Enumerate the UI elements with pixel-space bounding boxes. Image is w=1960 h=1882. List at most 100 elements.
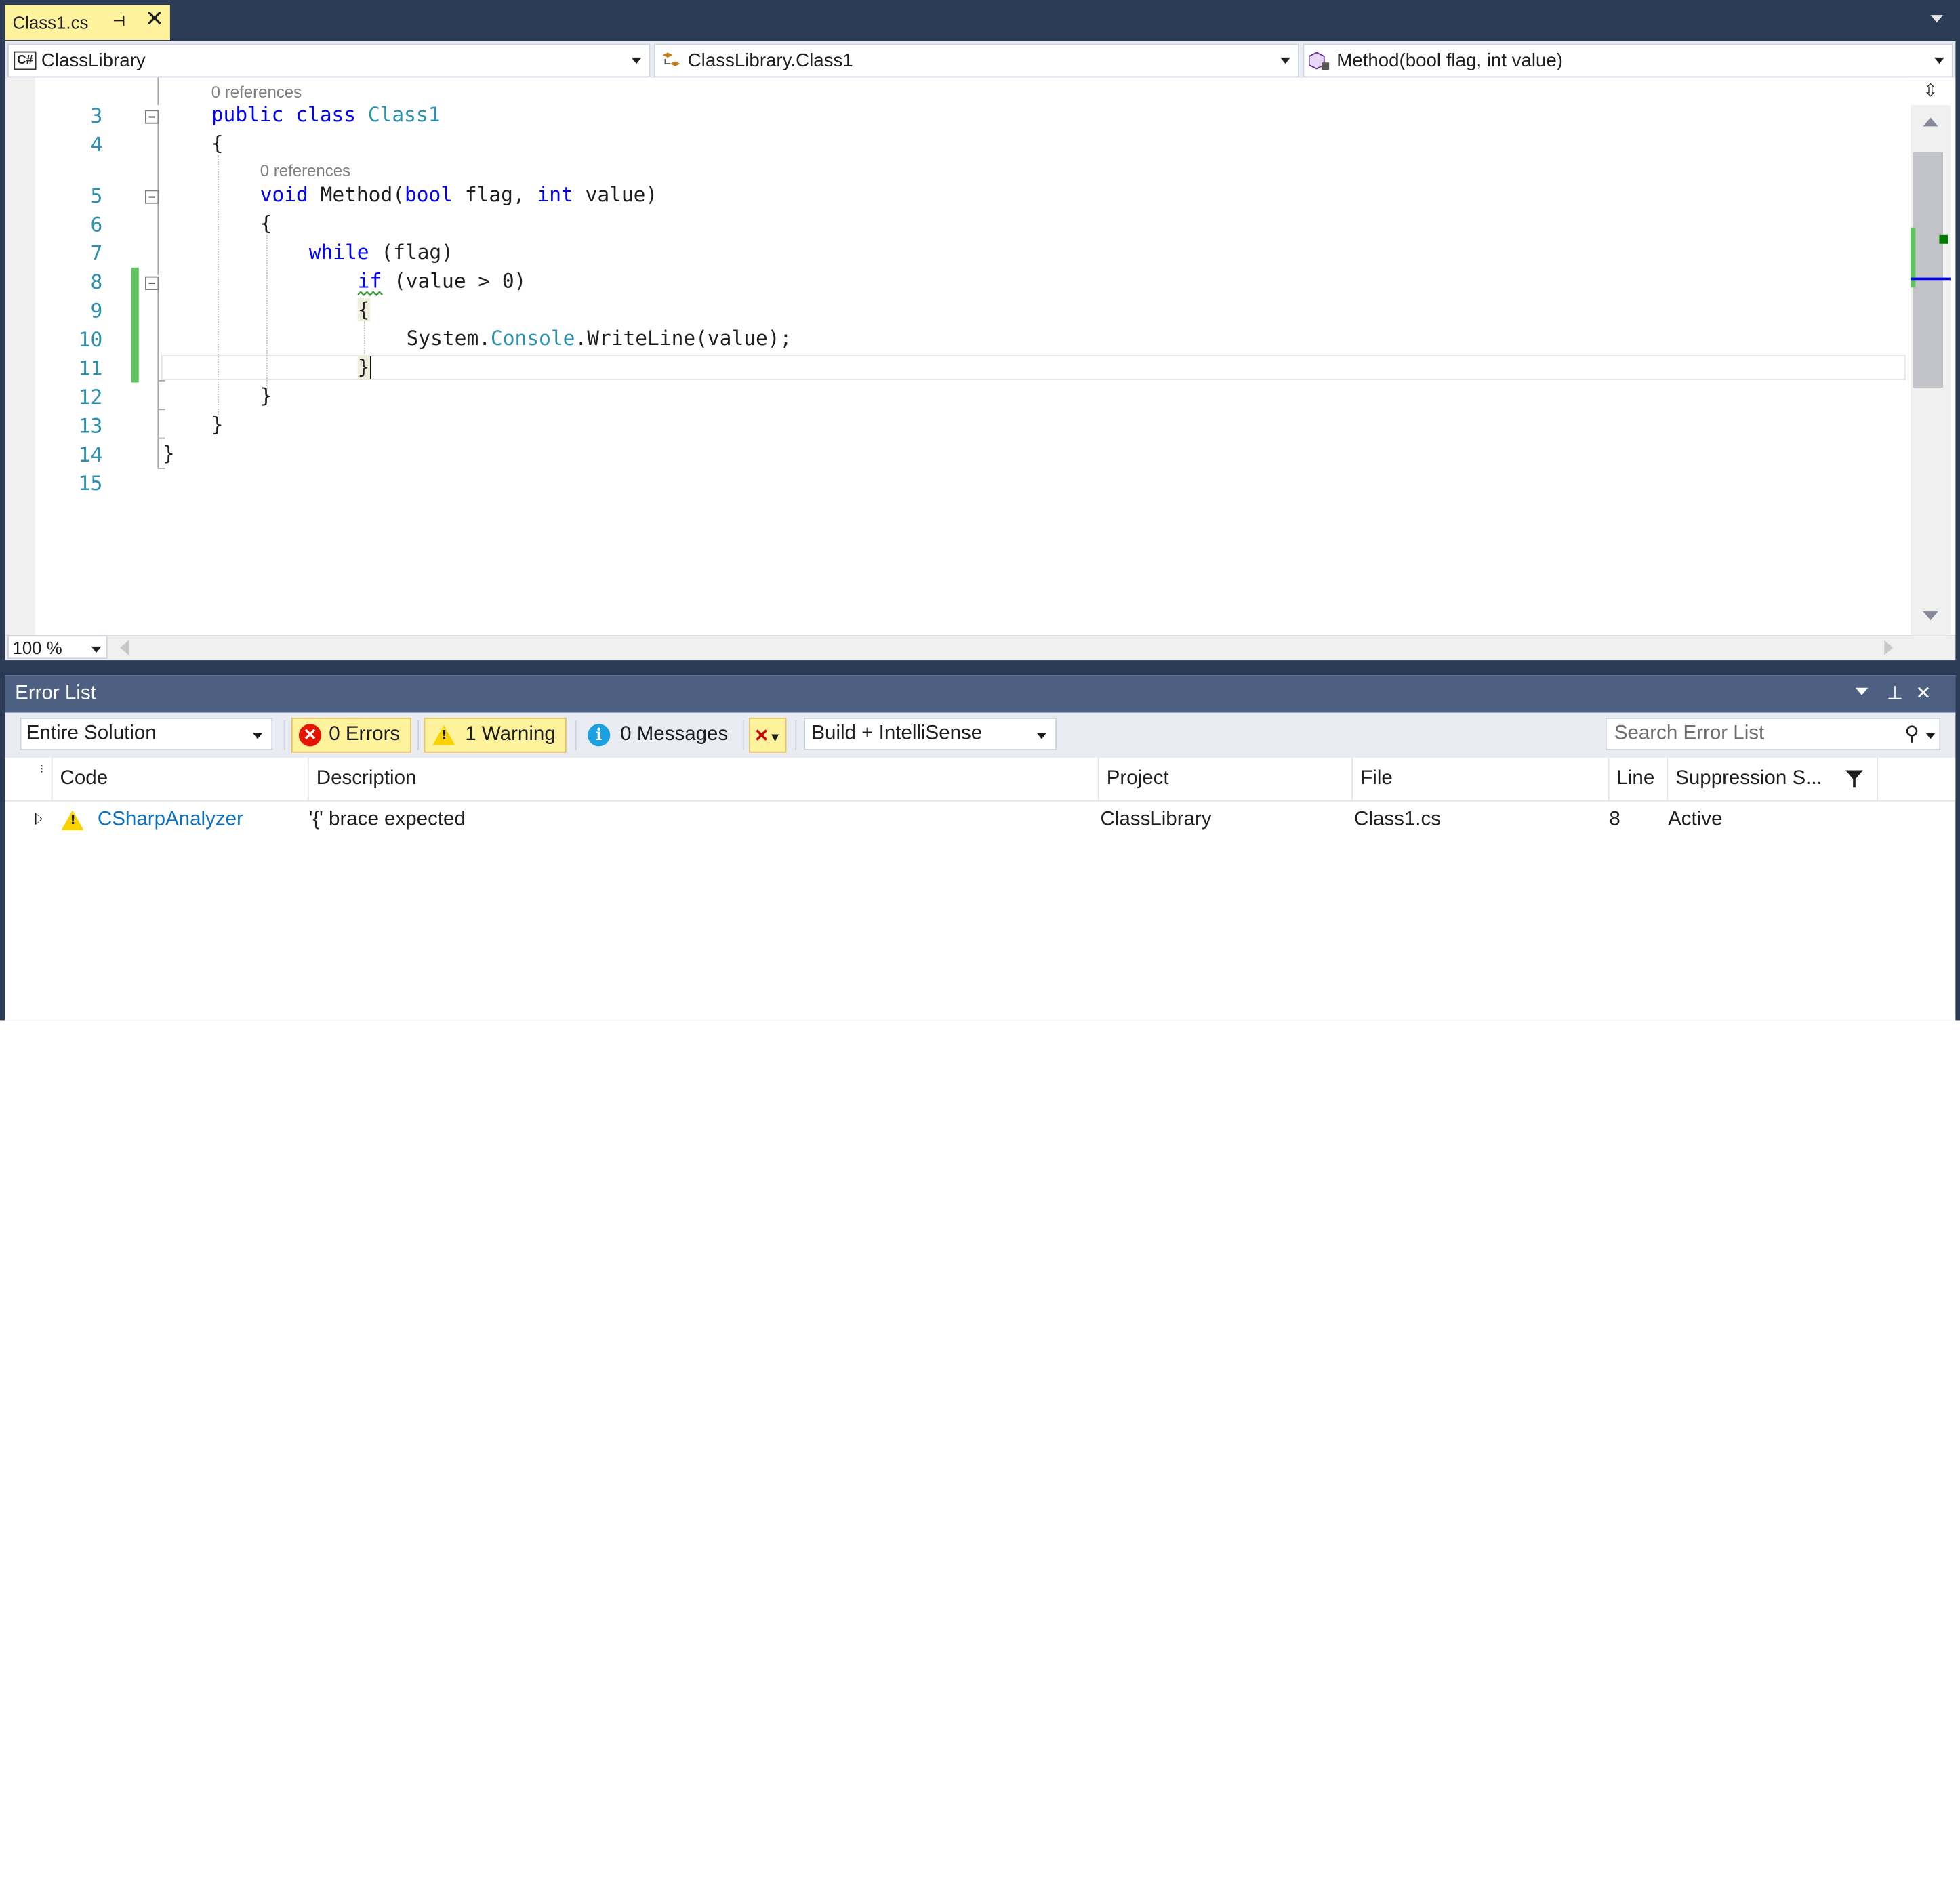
- scroll-up-arrow-icon[interactable]: [1923, 117, 1938, 127]
- code-text: Method(: [308, 182, 405, 207]
- column-header-file[interactable]: File: [1353, 758, 1610, 800]
- build-source-dropdown[interactable]: Build + IntelliSense: [804, 717, 1057, 750]
- code-cell[interactable]: CSharpAnalyzer: [98, 802, 243, 839]
- scroll-right-arrow-icon[interactable]: [1884, 640, 1894, 655]
- errors-count: 0 Errors: [329, 724, 401, 745]
- keyword: void: [260, 182, 308, 207]
- column-header-line[interactable]: Line: [1609, 758, 1669, 800]
- type-label: ClassLibrary.Class1: [687, 49, 853, 72]
- scrollbar-thumb[interactable]: [1913, 152, 1943, 388]
- ide-window: Class1.cs ⊣ ✕ C# ClassLibrary ClassLibra…: [0, 0, 1960, 1021]
- outline-line: [157, 380, 165, 382]
- column-header-suppression[interactable]: Suppression S...: [1668, 758, 1879, 800]
- filter-errors-icon: ✕▼: [754, 724, 781, 745]
- code-line-14: }: [162, 441, 175, 466]
- build-source-value: Build + IntelliSense: [811, 722, 983, 744]
- description-cell: '{' brace expected: [308, 809, 466, 831]
- document-tab-strip: Class1.cs ⊣ ✕: [0, 0, 1960, 41]
- expand-row-icon[interactable]: [35, 813, 43, 825]
- errors-filter-button[interactable]: ✕ 0 Errors: [291, 717, 411, 753]
- member-label: Method(bool flag, int value): [1336, 49, 1564, 72]
- column-header-description[interactable]: Description: [309, 758, 1099, 800]
- scroll-down-arrow-icon[interactable]: [1923, 611, 1938, 621]
- info-icon: i: [588, 724, 611, 747]
- indent-guide: [218, 155, 219, 418]
- zoom-level-dropdown[interactable]: 100 %: [7, 635, 108, 659]
- column-header-icon[interactable]: ⁝: [7, 758, 53, 800]
- filter-by-document-button[interactable]: ✕▼: [749, 717, 787, 753]
- error-list-toolbar: Entire Solution ✕ 0 Errors ! 1 Warning i…: [5, 712, 1956, 758]
- codelens-references[interactable]: 0 references: [211, 83, 302, 102]
- code-text: (value > 0): [382, 268, 527, 293]
- panel-title: Error List: [15, 682, 96, 704]
- project-dropdown[interactable]: C# ClassLibrary: [7, 43, 651, 78]
- code-text: (flag): [369, 240, 453, 264]
- code-line-9: {: [357, 298, 370, 322]
- messages-filter-button[interactable]: i 0 Messages: [580, 718, 735, 753]
- line-number: 15: [78, 471, 103, 495]
- warnings-count: 1 Warning: [465, 724, 556, 745]
- type-dropdown[interactable]: ClassLibrary.Class1: [653, 43, 1299, 78]
- warning-marker[interactable]: [1939, 234, 1948, 244]
- window-position-dropdown-icon[interactable]: [1855, 687, 1869, 695]
- file-cell: Class1.cs: [1354, 809, 1441, 831]
- search-error-list-input[interactable]: Search Error List ⚲: [1605, 717, 1941, 750]
- code-line-10: System.Console.WriteLine(value);: [407, 327, 792, 350]
- chevron-down-icon: [91, 646, 102, 653]
- document-tab-class1[interactable]: Class1.cs ⊣ ✕: [5, 5, 170, 41]
- error-list-title-bar: Error List ⊥ ✕: [5, 675, 1956, 713]
- close-icon[interactable]: ✕: [145, 7, 164, 33]
- toolbar-separator: [417, 720, 420, 750]
- column-header-project[interactable]: Project: [1099, 758, 1353, 800]
- type-name: Console: [491, 326, 575, 350]
- collapse-toggle[interactable]: [145, 110, 159, 124]
- code-line-6: {: [260, 211, 272, 235]
- code-line-8: if (value > 0): [358, 269, 527, 293]
- line-number: 10: [78, 327, 103, 352]
- collapse-toggle[interactable]: [145, 276, 159, 291]
- pin-icon[interactable]: ⊥: [1887, 681, 1903, 703]
- navigation-bar: C# ClassLibrary ClassLibrary.Class1 Meth…: [5, 41, 1956, 78]
- warnings-filter-button[interactable]: ! 1 Warning: [424, 717, 567, 753]
- table-row[interactable]: ! CSharpAnalyzer '{' brace expected Clas…: [5, 802, 1955, 839]
- caret-marker: [1911, 277, 1951, 281]
- suppression-cell: Active: [1668, 809, 1723, 831]
- keyword: while: [308, 240, 369, 264]
- code-editor[interactable]: 3 4 5 6 7 8 9 10 11 12 13 14 15 0 refere…: [5, 77, 1956, 636]
- keyword: public: [211, 102, 284, 127]
- scope-dropdown[interactable]: Entire Solution: [20, 717, 273, 750]
- code-line-13: }: [211, 412, 224, 436]
- line-number: 13: [78, 413, 103, 438]
- split-window-icon[interactable]: ⇳: [1911, 77, 1951, 105]
- method-icon: [1309, 51, 1332, 71]
- warning-squiggle[interactable]: [357, 291, 383, 296]
- close-icon[interactable]: ✕: [1915, 681, 1931, 703]
- column-header-code[interactable]: Code: [52, 758, 309, 800]
- member-dropdown[interactable]: Method(bool flag, int value): [1303, 43, 1953, 78]
- line-number: 3: [90, 104, 103, 128]
- scope-value: Entire Solution: [26, 722, 157, 744]
- line-number: 4: [90, 132, 103, 157]
- type-name: Class1: [367, 102, 441, 127]
- code-text: value): [573, 182, 658, 207]
- class-icon: [660, 51, 682, 71]
- filter-icon[interactable]: [1844, 769, 1864, 790]
- error-icon: ✕: [298, 724, 322, 747]
- line-number: 12: [78, 385, 103, 409]
- pin-icon[interactable]: ⊣: [113, 12, 125, 30]
- codelens-references[interactable]: 0 references: [260, 161, 350, 180]
- keyword: bool: [404, 182, 453, 207]
- line-number: 9: [90, 298, 103, 323]
- horizontal-scrollbar-area: 100 %: [5, 635, 1956, 661]
- code-text-area[interactable]: 3 4 5 6 7 8 9 10 11 12 13 14 15 0 refere…: [5, 77, 1906, 635]
- chevron-down-icon: [1934, 57, 1944, 64]
- project-cell: ClassLibrary: [1100, 809, 1212, 831]
- search-icon[interactable]: ⚲: [1904, 722, 1919, 747]
- vertical-scrollbar[interactable]: ⇳: [1911, 77, 1951, 636]
- tab-overflow-dropdown-icon[interactable]: [1930, 15, 1943, 23]
- scroll-left-arrow-icon[interactable]: [120, 640, 129, 655]
- collapse-toggle[interactable]: [145, 190, 159, 204]
- column-options-icon: ⁝: [40, 762, 44, 775]
- chevron-down-icon[interactable]: [1925, 733, 1936, 739]
- toolbar-separator: [742, 720, 744, 750]
